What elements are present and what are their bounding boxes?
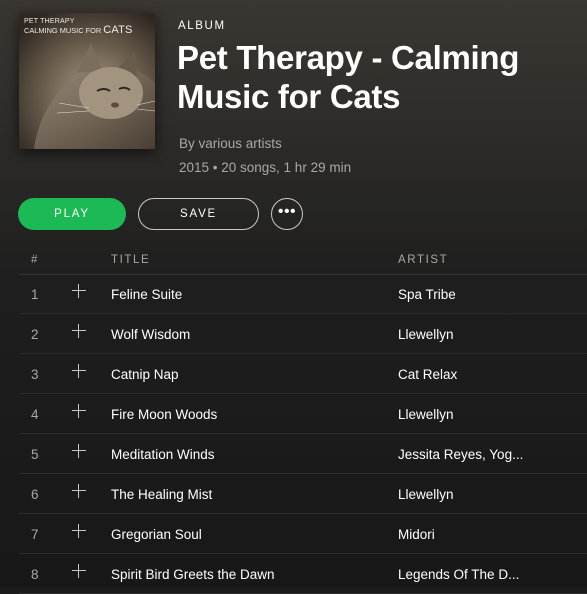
track-number: 2	[31, 327, 39, 342]
track-number: 1	[31, 287, 39, 302]
add-icon[interactable]	[71, 443, 87, 459]
add-icon[interactable]	[71, 403, 87, 419]
track-row[interactable]: 8 Spirit Bird Greets the Dawn Legends Of…	[19, 554, 587, 594]
tracklist: 1 Feline Suite Spa Tribe 2 Wolf Wisdom L…	[19, 274, 587, 594]
track-number: 8	[31, 567, 39, 582]
add-icon[interactable]	[71, 363, 87, 379]
track-title: Fire Moon Woods	[111, 407, 218, 422]
track-row[interactable]: 2 Wolf Wisdom Llewellyn	[19, 314, 587, 354]
header-artist[interactable]: ARTIST	[398, 254, 448, 266]
track-artist[interactable]: Legends Of The D...	[398, 567, 519, 582]
track-number: 6	[31, 487, 39, 502]
track-row[interactable]: 7 Gregorian Soul Midori	[19, 514, 587, 554]
track-title: Catnip Nap	[111, 367, 179, 382]
save-button[interactable]: SAVE	[138, 198, 259, 230]
add-icon[interactable]	[71, 323, 87, 339]
album-meta: 2015 • 20 songs, 1 hr 29 min	[179, 160, 352, 175]
track-title: Spirit Bird Greets the Dawn	[111, 567, 275, 582]
track-title: Meditation Winds	[111, 447, 215, 462]
header-number: #	[31, 254, 39, 266]
track-title: The Healing Mist	[111, 487, 213, 502]
track-artist[interactable]: Midori	[398, 527, 435, 542]
track-artist[interactable]: Llewellyn	[398, 407, 454, 422]
add-icon[interactable]	[71, 483, 87, 499]
album-byline[interactable]: By various artists	[179, 136, 282, 151]
track-row[interactable]: 3 Catnip Nap Cat Relax	[19, 354, 587, 394]
header-title[interactable]: TITLE	[111, 254, 150, 266]
track-number: 4	[31, 407, 39, 422]
track-row[interactable]: 4 Fire Moon Woods Llewellyn	[19, 394, 587, 434]
tracklist-header: # TITLE ARTIST	[19, 246, 587, 275]
track-artist[interactable]: Llewellyn	[398, 327, 454, 342]
add-icon[interactable]	[71, 523, 87, 539]
album-title: Pet Therapy - Calming Music for Cats	[177, 39, 520, 115]
cover-text-line2: CALMING MUSIC FOR CATS	[24, 24, 133, 36]
more-options-button[interactable]: •••	[271, 198, 303, 230]
track-artist[interactable]: Jessita Reyes, Yog...	[398, 447, 523, 462]
track-artist[interactable]: Spa Tribe	[398, 287, 456, 302]
track-artist[interactable]: Llewellyn	[398, 487, 454, 502]
play-button[interactable]: PLAY	[18, 198, 126, 230]
album-cover[interactable]: PET THERAPY CALMING MUSIC FOR CATS	[19, 13, 155, 149]
track-number: 7	[31, 527, 39, 542]
track-title: Gregorian Soul	[111, 527, 202, 542]
track-row[interactable]: 5 Meditation Winds Jessita Reyes, Yog...	[19, 434, 587, 474]
track-title: Wolf Wisdom	[111, 327, 191, 342]
album-type-label: ALBUM	[178, 20, 226, 32]
track-number: 5	[31, 447, 39, 462]
add-icon[interactable]	[71, 563, 87, 579]
track-artist[interactable]: Cat Relax	[398, 367, 457, 382]
track-title: Feline Suite	[111, 287, 183, 302]
track-row[interactable]: 6 The Healing Mist Llewellyn	[19, 474, 587, 514]
track-row[interactable]: 1 Feline Suite Spa Tribe	[19, 274, 587, 314]
add-icon[interactable]	[71, 283, 87, 299]
track-number: 3	[31, 367, 39, 382]
ellipsis-icon: •••	[277, 203, 297, 220]
